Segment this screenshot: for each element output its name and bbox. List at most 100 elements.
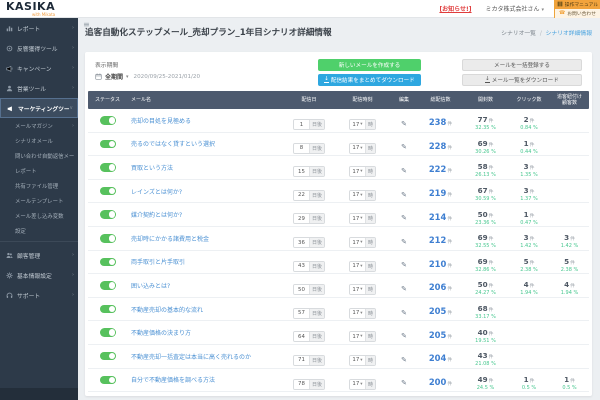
mail-name-link[interactable]: 売却の目処を見極める <box>131 116 283 125</box>
manual-button[interactable]: 操作マニュアル <box>555 0 600 9</box>
edit-icon[interactable]: ✎ <box>401 238 407 246</box>
mail-name-link[interactable]: レインズとは何か? <box>131 187 283 196</box>
status-toggle[interactable] <box>100 116 116 125</box>
period-value: 全期間 <box>105 72 123 81</box>
status-toggle[interactable] <box>100 163 116 172</box>
sidebar-item-customer-management[interactable]: 顧客管理 › <box>0 245 78 265</box>
mail-name-link[interactable]: 売るのではなく貸すという選択 <box>131 139 283 148</box>
send-day-input[interactable]: 71 日後 <box>293 355 325 366</box>
sidebar-item-campaign[interactable]: キャンペーン › <box>0 58 78 78</box>
mail-name-link[interactable]: 買取という方法 <box>131 163 283 172</box>
send-hour-select[interactable]: 17▾ 時 <box>349 143 376 154</box>
period-picker[interactable]: 全期間 ▾ 2020/09/25-2021/01/20 <box>95 72 200 81</box>
mail-name-link[interactable]: 不動産売却の基本的な流れ <box>131 305 283 314</box>
status-toggle[interactable] <box>100 376 116 385</box>
edit-icon[interactable]: ✎ <box>401 167 407 175</box>
status-toggle[interactable] <box>100 258 116 267</box>
download-mail-list-button[interactable]: ↓ メール一覧をダウンロード <box>462 74 582 86</box>
send-hour-select[interactable]: 17▾ 時 <box>349 190 376 201</box>
opens-stat: 69件 32.55 % <box>463 227 508 249</box>
send-hour-select[interactable]: 17▾ 時 <box>349 237 376 248</box>
sidebar-submenu-item[interactable]: 設定 <box>0 223 78 238</box>
status-toggle[interactable] <box>100 234 116 243</box>
sidebar-item-support[interactable]: サポート › <box>0 285 78 305</box>
sidebar-submenu-item[interactable]: レポート <box>0 163 78 178</box>
download-results-button[interactable]: ↓ 配信結果をまとめてダウンロード <box>318 74 421 86</box>
sidebar-submenu-item[interactable]: メールマガジン › <box>0 118 78 133</box>
open-rate: 26.13 % <box>463 173 508 178</box>
edit-icon[interactable]: ✎ <box>401 214 407 222</box>
edit-icon[interactable]: ✎ <box>401 143 407 151</box>
day-suffix-label: 日後 <box>309 144 324 153</box>
clicks-stat: 5件 2.38 % <box>508 251 550 273</box>
send-day-input[interactable]: 50 日後 <box>293 284 325 295</box>
hour-suffix-label: 時 <box>365 380 375 389</box>
mail-table: ステータス メール名 配信日 配信時刻 編集 総配信数 開封数 クリック数 追客… <box>88 91 589 394</box>
sidebar-item-report[interactable]: レポート › <box>0 18 78 38</box>
send-day-input[interactable]: 43 日後 <box>293 261 325 272</box>
brand-logo[interactable]: KASIKA with Mikata <box>6 1 55 17</box>
mail-name-link[interactable]: 自分で不動産価格を調べる方法 <box>131 375 283 384</box>
hour-suffix-label: 時 <box>365 356 375 365</box>
edit-icon[interactable]: ✎ <box>401 120 407 128</box>
send-day-input[interactable]: 64 日後 <box>293 331 325 342</box>
mail-name-link[interactable]: 媒介契約とは何か? <box>131 210 283 219</box>
send-day-input[interactable]: 78 日後 <box>293 379 325 390</box>
status-toggle[interactable] <box>100 140 116 149</box>
edit-icon[interactable]: ✎ <box>401 309 407 317</box>
send-hour-select[interactable]: 17▾ 時 <box>349 119 376 130</box>
send-day-input[interactable]: 29 日後 <box>293 213 325 224</box>
mail-name-link[interactable]: 囲い込みとは? <box>131 281 283 290</box>
send-hour-select[interactable]: 17▾ 時 <box>349 261 376 272</box>
send-hour-select[interactable]: 17▾ 時 <box>349 213 376 224</box>
send-day-input[interactable]: 8 日後 <box>293 143 325 154</box>
send-hour-select[interactable]: 17▾ 時 <box>349 355 376 366</box>
send-hour-select[interactable]: 17▾ 時 <box>349 284 376 295</box>
account-menu[interactable]: ミカタ株式会社さん ▾ <box>486 4 544 13</box>
sidebar-item-response-tools[interactable]: 反響獲得ツール › <box>0 38 78 58</box>
send-day-input[interactable]: 1 日後 <box>293 119 325 130</box>
bulk-register-button[interactable]: メールを一括登録する <box>462 59 582 71</box>
mail-name-link[interactable]: 売却時にかかる諸費用と税金 <box>131 234 283 243</box>
breadcrumb-scenario-list[interactable]: シナリオ一覧 <box>501 31 536 37</box>
create-mail-button[interactable]: 新しいメールを作成する <box>318 59 421 71</box>
sidebar-submenu-item[interactable]: 問い合わせ自動返信メール <box>0 148 78 163</box>
status-toggle[interactable] <box>100 352 116 361</box>
edit-icon[interactable]: ✎ <box>401 332 407 340</box>
send-hour-select[interactable]: 17▾ 時 <box>349 166 376 177</box>
contact-button[interactable]: ☎ お問い合わせ <box>555 9 600 18</box>
status-toggle[interactable] <box>100 210 116 219</box>
notice-link[interactable]: [お知らせ!] <box>439 4 471 13</box>
sidebar-item-basic-settings[interactable]: 基本情報設定 › <box>0 265 78 285</box>
send-hour-select[interactable]: 17▾ 時 <box>349 331 376 342</box>
edit-icon[interactable]: ✎ <box>401 191 407 199</box>
breadcrumb-scenario-detail[interactable]: シナリオ詳細情報 <box>546 31 592 37</box>
sidebar-submenu-item[interactable]: メールテンプレート <box>0 193 78 208</box>
mail-name-link[interactable]: 不動産売却一括査定は本当に高く売れるのか <box>131 352 283 361</box>
edit-icon[interactable]: ✎ <box>401 356 407 364</box>
status-toggle[interactable] <box>100 305 116 314</box>
sidebar-submenu-item[interactable]: メール差し込み変数 <box>0 208 78 223</box>
status-toggle[interactable] <box>100 328 116 337</box>
sidebar-item-sales-tools[interactable]: 営業ツール › <box>0 78 78 98</box>
edit-icon[interactable]: ✎ <box>401 285 407 293</box>
edit-icon[interactable]: ✎ <box>401 261 407 269</box>
topbar-right: [お知らせ!] ミカタ株式会社さん ▾ 操作マニュアル ☎ お問い合わせ <box>439 0 600 17</box>
sidebar-submenu-item[interactable]: シナリオメール <box>0 133 78 148</box>
edit-icon[interactable]: ✎ <box>401 379 407 387</box>
send-day-input[interactable]: 57 日後 <box>293 308 325 319</box>
mail-name-link[interactable]: 両手取引と片手取引 <box>131 257 283 266</box>
mail-name-link[interactable]: 不動産価格の決まり方 <box>131 328 283 337</box>
send-hour-select[interactable]: 17▾ 時 <box>349 379 376 390</box>
send-day-input[interactable]: 15 日後 <box>293 166 325 177</box>
send-day-input[interactable]: 36 日後 <box>293 237 325 248</box>
sidebar-item-marketing-tools[interactable]: マーケティングツール ∨ <box>0 98 78 118</box>
status-toggle[interactable] <box>100 187 116 196</box>
send-day-input[interactable]: 22 日後 <box>293 190 325 201</box>
status-toggle[interactable] <box>100 281 116 290</box>
table-row: 不動産価格の決まり方 64 日後 17▾ <box>88 321 589 345</box>
send-hour-select[interactable]: 17▾ 時 <box>349 308 376 319</box>
sales-icon <box>6 85 13 92</box>
open-rate: 21.08 % <box>463 362 508 367</box>
sidebar-submenu-item[interactable]: 共有ファイル管理 <box>0 178 78 193</box>
